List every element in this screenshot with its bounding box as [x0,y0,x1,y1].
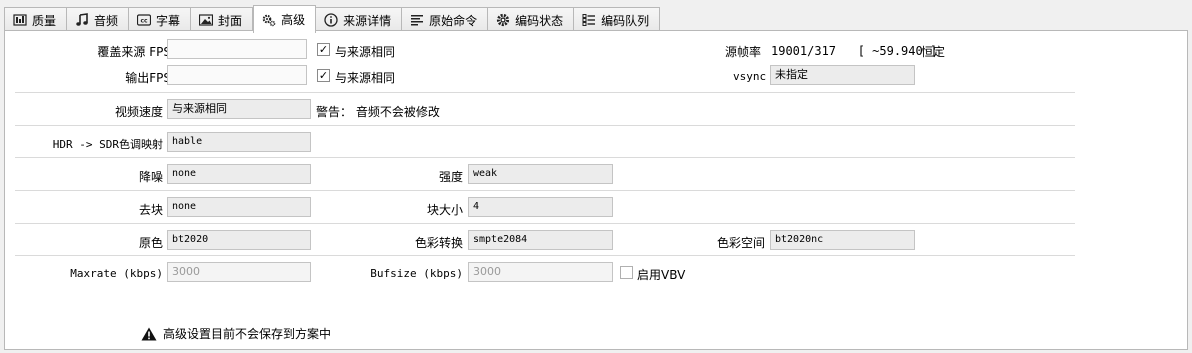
color-primaries-select[interactable]: bt2020 [167,230,311,250]
tab-quality[interactable]: 质量 [4,7,68,32]
denoise-select[interactable]: none [167,164,311,184]
block-size-select[interactable]: 4 [468,197,613,217]
hdr-tonemap-select[interactable]: hable [167,132,311,152]
tab-label: 质量 [32,13,57,28]
hdr-section: HDR -> SDR色调映射 hable [15,126,1075,158]
enable-vbv-checkbox[interactable] [620,266,633,279]
override-fps-same-label: 与来源相同 [335,45,396,59]
tab-advanced[interactable]: 高级 [253,5,317,33]
vsync-label: vsync [733,70,767,83]
checkmark-icon: ✓ [318,43,329,56]
image-icon [199,13,214,27]
tab-label: 字幕 [156,13,181,28]
tab-raw-command[interactable]: 原始命令 [402,7,489,32]
output-fps-same-label: 与来源相同 [335,71,396,85]
video-speed-label: 视频速度 [114,105,163,119]
bufsize-input[interactable]: 3000 [468,262,613,282]
vsync-select[interactable]: 未指定 [770,65,915,85]
denoise-section: 降噪 none 强度 weak [15,158,1075,191]
warning-icon [141,327,157,341]
gears-icon [262,13,276,27]
output-fps-input[interactable] [167,65,307,85]
color-space-label: 色彩空间 [716,236,765,250]
maxrate-label: Maxrate (kbps) [70,267,163,280]
tab-label: 高级 [281,13,306,27]
tab-subtitles[interactable]: cc 字幕 [129,7,192,32]
output-fps-label: 输出FPS [125,71,171,85]
color-section: 原色 bt2020 色彩转换 smpte2084 色彩空间 bt2020nc [15,224,1075,256]
rate-section: Maxrate (kbps) 3000 Bufsize (kbps) 3000 … [15,256,1075,289]
source-rate-value: 19001/317 [ ~59.940 ] [771,44,938,58]
override-fps-label: 覆盖来源 FPS [97,45,171,59]
video-speed-select[interactable]: 与来源相同 [167,99,311,119]
color-space-select[interactable]: bt2020nc [770,230,915,250]
tab-bar: 质量 音频 cc 字幕 封面 高级 来源详情 原始命令 编码状态 编码队列 [4,5,661,33]
gear-icon [496,13,510,27]
info-icon [324,13,338,27]
tab-encoding-status[interactable]: 编码状态 [488,7,575,32]
deblock-select[interactable]: none [167,197,311,217]
maxrate-input[interactable]: 3000 [167,262,311,282]
color-transfer-select[interactable]: smpte2084 [468,230,613,250]
source-rate-mode: 恒定 [921,45,946,59]
bufsize-placeholder: 3000 [473,265,501,278]
tab-label: 编码队列 [601,13,650,28]
deblock-label: 去块 [138,203,163,217]
tab-label: 封面 [218,13,243,28]
fps-section: 覆盖来源 FPS ✓ 与来源相同 源帧率 19001/317 [ ~59.940… [15,31,1075,93]
svg-text:cc: cc [140,18,148,25]
footer-warning: 高级设置目前不会保存到方案中 [141,325,331,342]
tab-source-details[interactable]: 来源详情 [316,7,403,32]
bufsize-label: Bufsize (kbps) [370,267,463,280]
tab-label: 原始命令 [429,13,478,28]
output-fps-same-checkbox[interactable]: ✓ [317,69,330,82]
color-primaries-label: 原色 [138,236,163,250]
list-icon [582,13,596,27]
block-size-label: 块大小 [426,203,463,217]
denoise-label: 降噪 [138,170,163,184]
audio-warning-text: 警告： 音频不会被修改 [316,105,440,119]
enable-vbv-label: 启用VBV [637,268,686,282]
footer-warning-text: 高级设置目前不会保存到方案中 [163,327,332,341]
tab-label: 来源详情 [343,13,392,28]
tab-cover[interactable]: 封面 [191,7,254,32]
advanced-panel: 覆盖来源 FPS ✓ 与来源相同 源帧率 19001/317 [ ~59.940… [4,30,1188,350]
maxrate-placeholder: 3000 [172,265,200,278]
music-icon [75,13,89,27]
tab-audio[interactable]: 音频 [67,7,130,32]
deblock-section: 去块 none 块大小 4 [15,191,1075,224]
override-fps-same-checkbox[interactable]: ✓ [317,43,330,56]
quality-icon [13,13,27,27]
strength-select[interactable]: weak [468,164,613,184]
hdr-tonemap-label: HDR -> SDR色调映射 [52,138,163,151]
speed-section: 视频速度 与来源相同 警告： 音频不会被修改 [15,93,1075,126]
tab-encoding-queue[interactable]: 编码队列 [574,7,661,32]
source-rate-label: 源帧率 [725,45,762,59]
override-fps-input[interactable] [167,39,307,59]
lines-icon [410,13,424,27]
tab-label: 音频 [94,13,119,28]
tab-label: 编码状态 [515,13,564,28]
color-transfer-label: 色彩转换 [414,236,463,250]
strength-label: 强度 [438,170,463,184]
checkmark-icon: ✓ [318,69,329,82]
subtitle-icon: cc [137,13,152,27]
